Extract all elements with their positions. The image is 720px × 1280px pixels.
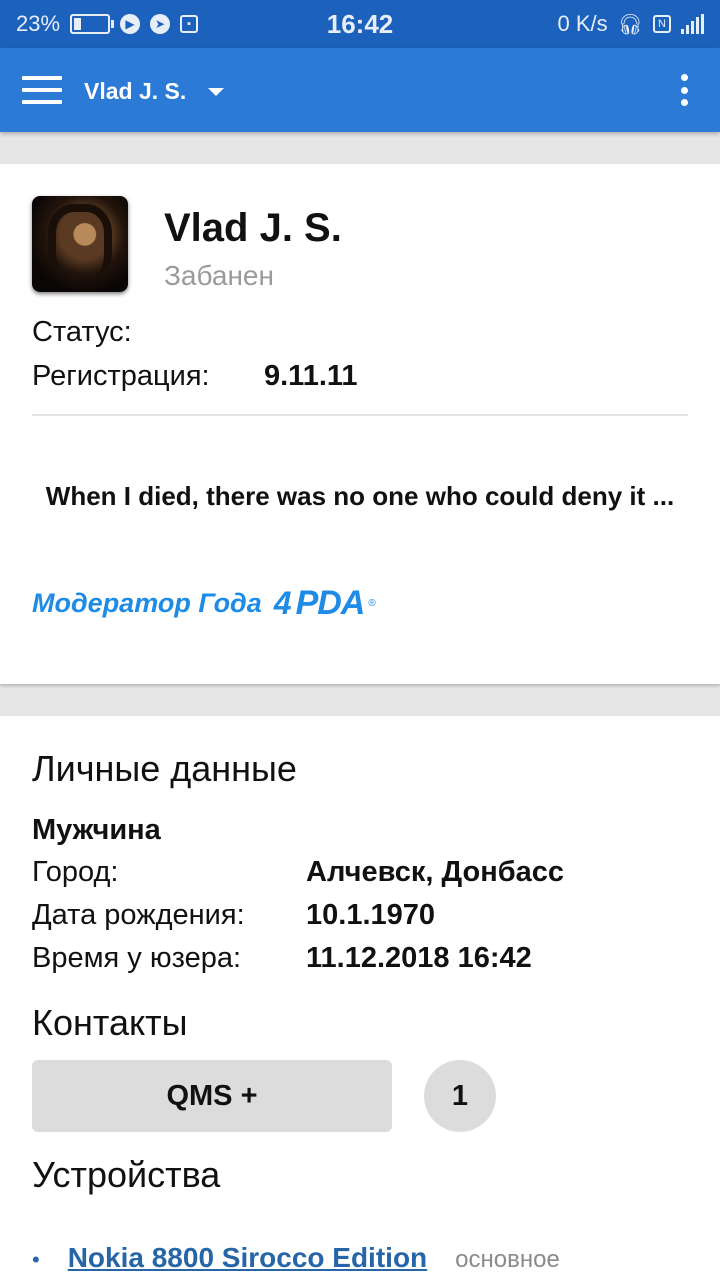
divider (32, 414, 688, 416)
birthdate-value: 10.1.1970 (306, 899, 436, 931)
award-banner: Модератор Года 4 PDA ® (32, 584, 376, 623)
city-label: Город: (32, 856, 119, 888)
registration-value: 9.11.11 (264, 360, 358, 392)
logo-four: 4 (273, 585, 292, 621)
net-speed: 0 K/s (557, 11, 608, 36)
bullet-icon: • (32, 1247, 40, 1272)
signature: When I died, there was no one who could … (45, 481, 675, 511)
status-bar-right: 0 K/s 🎧︎ N (557, 11, 704, 37)
avatar (32, 196, 128, 292)
device-link[interactable]: Nokia 8800 Sirocco Edition (68, 1242, 427, 1274)
more-icon[interactable] (678, 74, 690, 106)
user-time-value: 11.12.2018 16:42 (306, 942, 532, 974)
profile-card: Vlad J. S. Забанен Статус: Регистрация: … (0, 164, 720, 684)
status-label: Статус: (32, 316, 132, 348)
gender: Мужчина (32, 814, 161, 846)
birthdate-label: Дата рождения: (32, 899, 245, 931)
profile-group: Забанен (164, 260, 274, 291)
personal-info-card: Личные данные Мужчина Город: Алчевск, До… (0, 716, 720, 1280)
headset-icon: 🎧︎ (617, 13, 643, 36)
award-text: Модератор Года (32, 588, 262, 618)
city-value: Алчевск, Донбасс (306, 856, 565, 888)
registration-label: Регистрация: (32, 360, 210, 392)
menu-icon[interactable] (22, 76, 62, 104)
user-time-label: Время у юзера: (32, 942, 242, 974)
qms-button[interactable]: QMS + (32, 1060, 392, 1132)
4pda-logo: 4 PDA ® (274, 584, 376, 623)
device-kind: основное (455, 1246, 560, 1273)
profile-nick: Vlad J. S. (164, 206, 342, 250)
contacts-heading: Контакты (32, 1002, 188, 1043)
app-bar-title[interactable]: Vlad J. S. (84, 78, 186, 105)
signal-icon (681, 14, 704, 34)
nfc-icon: N (653, 15, 671, 33)
logo-registered: ® (368, 598, 376, 609)
logo-pda: PDA (295, 584, 366, 622)
app-bar: Vlad J. S. (0, 48, 720, 132)
status-bar: 23% ▶ ➤ ▪ 16:42 0 K/s 🎧︎ N (0, 0, 720, 48)
dropdown-icon[interactable] (208, 88, 224, 96)
list-item: • Nokia 8800 Sirocco Edition основное (32, 1242, 560, 1274)
personal-heading: Личные данные (32, 748, 297, 789)
devices-heading: Устройства (32, 1154, 221, 1195)
qms-count-badge: 1 (424, 1060, 496, 1132)
